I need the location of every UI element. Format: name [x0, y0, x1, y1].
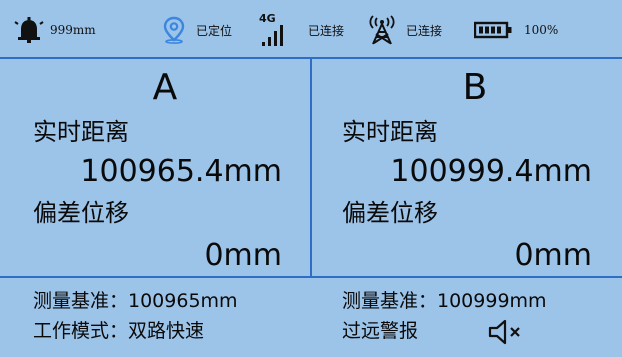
channel-b-distance-label: 实时距离: [342, 118, 438, 146]
battery-indicator: 100%: [474, 0, 558, 60]
channel-a-name: A: [152, 67, 178, 108]
baseline-a: 测量基准：100965mm: [33, 290, 238, 312]
channel-b-distance-value: 100999.4mm: [390, 154, 592, 189]
channel-a-distance-label: 实时距离: [33, 118, 129, 146]
network-type: 4G: [259, 12, 276, 25]
channel-b-name: B: [462, 67, 488, 108]
channel-a-distance-value: 100965.4mm: [80, 154, 282, 189]
location-indicator: 已定位: [162, 0, 232, 60]
channel-b-offset-label: 偏差位移: [342, 199, 438, 227]
location-pin-icon: [162, 16, 186, 44]
channel-a-offset-label: 偏差位移: [33, 199, 129, 227]
channel-a-offset-value: 0mm: [204, 238, 282, 273]
cellular-signal-icon: 4G: [258, 10, 294, 50]
bell-icon: [14, 15, 44, 45]
battery-icon: [474, 20, 514, 40]
signal-tower-icon: [366, 14, 398, 46]
tower-status: 已连接: [406, 23, 443, 38]
alarm-indicator: 999mm: [14, 0, 96, 60]
battery-level: 100%: [524, 23, 559, 37]
status-bar: 999mm 已定位 4G 已连接 已连接 100%: [0, 0, 622, 60]
device-screen: 999mm 已定位 4G 已连接 已连接 100% A 实时距离 100965.…: [0, 0, 622, 357]
footer-divider: [0, 276, 622, 278]
channel-b-offset-value: 0mm: [514, 238, 592, 273]
network-status: 已连接: [308, 23, 345, 38]
tower-indicator: 已连接: [366, 0, 442, 60]
speaker-muted-icon[interactable]: [487, 318, 527, 350]
location-status: 已定位: [196, 23, 233, 38]
distance-warning-label: 过远警报: [342, 320, 419, 342]
network-indicator: 4G 已连接: [258, 0, 344, 60]
work-mode: 工作模式：双路快速: [33, 320, 205, 342]
alarm-value: 999mm: [50, 23, 96, 37]
baseline-b: 测量基准：100999mm: [342, 290, 547, 312]
